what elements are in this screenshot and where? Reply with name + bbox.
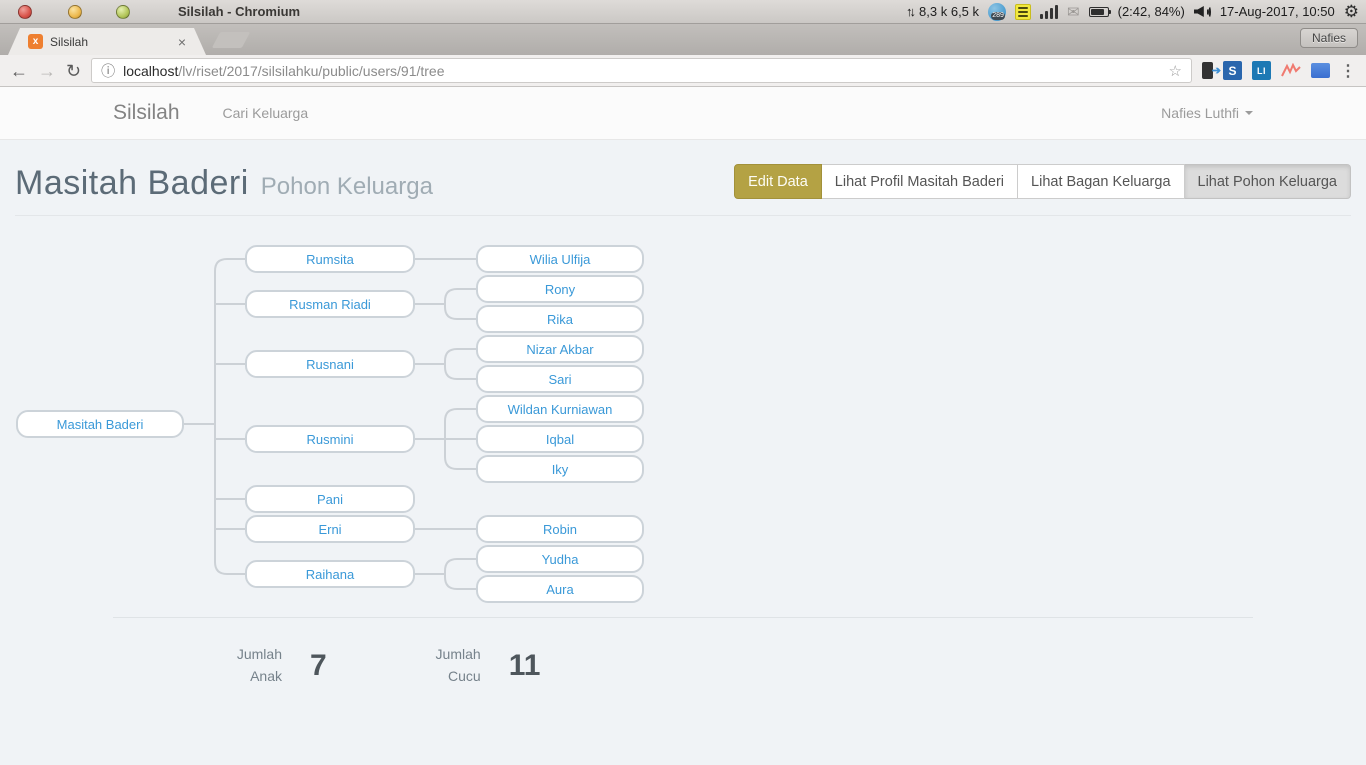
site-navbar: Silsilah Cari Keluarga Nafies Luthfi	[0, 87, 1366, 140]
tree-node[interactable]: Rony	[476, 275, 644, 303]
web-page: Silsilah Cari Keluarga Nafies Luthfi Mas…	[0, 87, 1366, 765]
blue-extension-icon[interactable]	[1311, 63, 1330, 78]
forward-icon[interactable]: →	[38, 62, 56, 80]
url-path: /lv/riset/2017/silsilahku/public/users/9…	[178, 63, 444, 79]
reload-icon[interactable]: ↻	[66, 62, 81, 80]
tab-title: Silsilah	[50, 35, 88, 49]
back-icon[interactable]: ←	[10, 62, 28, 80]
laravel-extension-icon[interactable]	[1281, 63, 1301, 79]
stats-row: Jumlah Anak 7 Jumlah Cucu 11	[113, 644, 1366, 687]
mail-indicator-icon[interactable]: ✉	[1067, 3, 1080, 21]
tree-node[interactable]: Yudha	[476, 545, 644, 573]
net-traffic-label: 8,3 k 6,5 k	[919, 4, 979, 19]
battery-status-label: (2:42, 84%)	[1118, 4, 1185, 19]
url-host: localhost	[123, 63, 178, 79]
action-button-group: Edit Data Lihat Profil Masitah Baderi Li…	[734, 164, 1351, 199]
system-tray: ↑↓ 8,3 k 6,5 k 289 ✉ (2:42, 84%) 17-Aug-…	[906, 3, 1366, 21]
battery-icon[interactable]	[1089, 7, 1109, 17]
tree-node[interactable]: Rusnani	[245, 350, 415, 378]
li-extension-icon[interactable]: LI	[1252, 61, 1271, 80]
volume-icon[interactable]	[1194, 6, 1211, 18]
stats-divider	[113, 617, 1253, 618]
tree-node[interactable]: Sari	[476, 365, 644, 393]
url-text: localhost/lv/riset/2017/silsilahku/publi…	[123, 63, 444, 79]
tree-node[interactable]: Erni	[245, 515, 415, 543]
family-tree: Masitah Baderi Rumsita Rusman Riadi Rusn…	[0, 216, 1366, 601]
lihat-profil-button[interactable]: Lihat Profil Masitah Baderi	[822, 164, 1018, 199]
tree-node-root[interactable]: Masitah Baderi	[16, 410, 184, 438]
signal-strength-icon[interactable]	[1040, 5, 1058, 19]
user-dropdown[interactable]: Nafies Luthfi	[1161, 105, 1253, 121]
browser-tab-strip: x Silsilah × Nafies	[0, 24, 1366, 55]
os-top-bar: Silsilah - Chromium ↑↓ 8,3 k 6,5 k 289 ✉…	[0, 0, 1366, 24]
stat-anak-label: Jumlah Anak	[232, 644, 282, 687]
browser-profile-chip[interactable]: Nafies	[1300, 28, 1358, 48]
send-to-device-extension-icon[interactable]	[1202, 62, 1213, 79]
page-info-icon[interactable]: ⓘ	[101, 64, 115, 78]
notification-indicator-icon[interactable]: 289	[988, 3, 1006, 21]
tab-close-icon[interactable]: ×	[178, 35, 186, 49]
gear-icon[interactable]: ⚙	[1344, 3, 1359, 20]
network-traffic-indicator[interactable]: ↑↓ 8,3 k 6,5 k	[906, 4, 979, 19]
clock-label[interactable]: 17-Aug-2017, 10:50	[1220, 4, 1335, 19]
tree-node[interactable]: Rika	[476, 305, 644, 333]
tree-node[interactable]: Iky	[476, 455, 644, 483]
tree-node[interactable]: Pani	[245, 485, 415, 513]
lihat-pohon-button[interactable]: Lihat Pohon Keluarga	[1185, 164, 1351, 199]
task-list-indicator-icon[interactable]	[1015, 4, 1031, 20]
browser-tab[interactable]: x Silsilah ×	[8, 28, 206, 55]
xampp-favicon-icon: x	[28, 34, 43, 49]
tree-node[interactable]: Rusmini	[245, 425, 415, 453]
tree-node[interactable]: Raihana	[245, 560, 415, 588]
tree-node[interactable]: Rumsita	[245, 245, 415, 273]
browser-toolbar: ← → ↻ ⓘ localhost/lv/riset/2017/silsilah…	[0, 55, 1366, 87]
stat-jumlah-anak: Jumlah Anak 7	[232, 644, 327, 687]
user-dropdown-label: Nafies Luthfi	[1161, 105, 1239, 121]
new-tab-button[interactable]	[212, 32, 251, 48]
window-title: Silsilah - Chromium	[178, 4, 300, 19]
stat-jumlah-cucu: Jumlah Cucu 11	[431, 644, 541, 687]
tree-node[interactable]: Robin	[476, 515, 644, 543]
tree-node[interactable]: Nizar Akbar	[476, 335, 644, 363]
url-bar[interactable]: ⓘ localhost/lv/riset/2017/silsilahku/pub…	[91, 58, 1192, 83]
page-title: Masitah Baderi	[15, 164, 249, 203]
net-arrows-icon: ↑↓	[906, 4, 913, 19]
notification-badge: 289	[991, 12, 1005, 20]
site-brand[interactable]: Silsilah	[113, 101, 180, 125]
tree-node[interactable]: Wilia Ulfija	[476, 245, 644, 273]
stat-cucu-value: 11	[509, 649, 541, 683]
window-close-button[interactable]	[18, 5, 32, 19]
tree-node[interactable]: Aura	[476, 575, 644, 603]
s-extension-icon[interactable]: S	[1223, 61, 1242, 80]
tree-node[interactable]: Wildan Kurniawan	[476, 395, 644, 423]
browser-menu-icon[interactable]: ⋮	[1340, 61, 1356, 81]
edit-data-button[interactable]: Edit Data	[734, 164, 822, 199]
chevron-down-icon	[1245, 111, 1253, 115]
tree-node[interactable]: Rusman Riadi	[245, 290, 415, 318]
bookmark-star-icon[interactable]: ☆	[1169, 62, 1182, 80]
tree-node[interactable]: Iqbal	[476, 425, 644, 453]
page-header: Masitah Baderi Pohon Keluarga Edit Data …	[0, 140, 1366, 216]
window-minimize-button[interactable]	[68, 5, 82, 19]
lihat-bagan-button[interactable]: Lihat Bagan Keluarga	[1018, 164, 1184, 199]
page-subtitle: Pohon Keluarga	[261, 173, 433, 201]
window-maximize-button[interactable]	[116, 5, 130, 19]
stat-cucu-label: Jumlah Cucu	[431, 644, 481, 687]
stat-anak-value: 7	[310, 649, 327, 683]
nav-link-cari-keluarga[interactable]: Cari Keluarga	[223, 105, 309, 121]
